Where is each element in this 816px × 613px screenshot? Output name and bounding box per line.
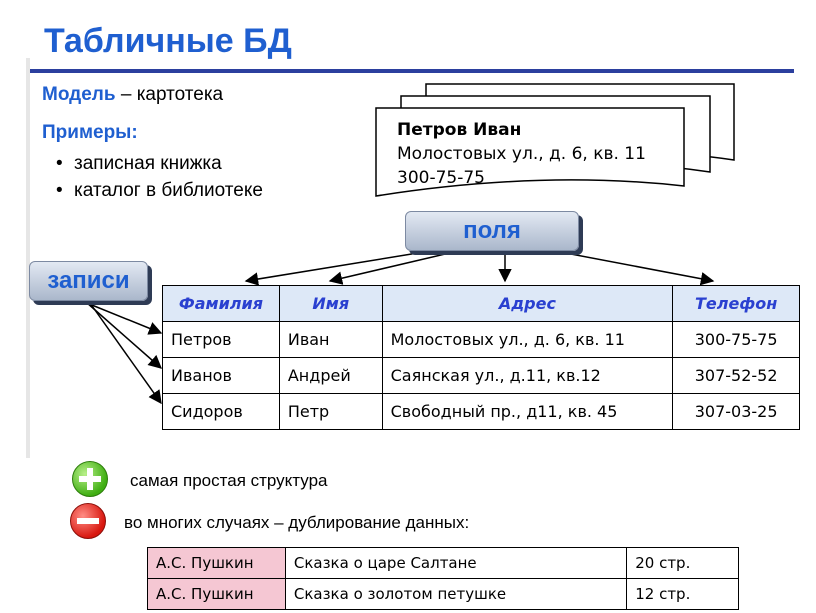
- table-cell: А.С. Пушкин: [147, 578, 286, 610]
- table-cell: Иван: [278, 321, 383, 358]
- table-cell: Сидоров: [162, 393, 280, 430]
- table-row: Иванов Андрей Саянская ул., д.11, кв.12 …: [162, 357, 800, 394]
- column-header: Имя: [278, 285, 383, 322]
- table-cell: Саянская ул., д.11, кв.12: [381, 357, 674, 394]
- card-text: Петров Иван Молостовых ул., д. 6, кв. 11…: [397, 118, 646, 190]
- table-cell: Сказка о золотом петушке: [284, 578, 628, 610]
- table-cell: 20 стр.: [626, 547, 739, 579]
- minus-icon: [70, 503, 106, 539]
- table-cell: Петр: [278, 393, 383, 430]
- table-row: А.С. Пушкин Сказка о золотом петушке 12 …: [147, 578, 739, 610]
- card-phone: 300-75-75: [397, 168, 485, 188]
- card-name: Петров Иван: [397, 120, 522, 140]
- table-cell: 12 стр.: [626, 578, 739, 610]
- table-cell: Молостовых ул., д. 6, кв. 11: [381, 321, 674, 358]
- field-arrows: [244, 250, 715, 286]
- pros-text: самая простая структура: [130, 471, 328, 490]
- plus-icon: [72, 461, 108, 497]
- table-row: А.С. Пушкин Сказка о царе Салтане 20 стр…: [147, 547, 739, 579]
- table-cell: 307-03-25: [672, 393, 800, 430]
- card-address: Молостовых ул., д. 6, кв. 11: [397, 144, 646, 164]
- column-header: Телефон: [672, 285, 800, 322]
- table-cell: 307-52-52: [672, 357, 800, 394]
- fields-label: поля: [405, 211, 579, 251]
- table-row: Сидоров Петр Свободный пр., д11, кв. 45 …: [162, 393, 800, 430]
- table-header-row: Фамилия Имя Адрес Телефон: [162, 285, 800, 322]
- duplication-table: А.С. Пушкин Сказка о царе Салтане 20 стр…: [147, 547, 739, 610]
- table-cell: А.С. Пушкин: [147, 547, 286, 579]
- table-cell: Петров: [162, 321, 280, 358]
- column-header: Фамилия: [162, 285, 280, 322]
- table-cell: Иванов: [162, 357, 280, 394]
- cons-text: во многих случаях – дублирование данных:: [124, 513, 470, 532]
- column-header: Адрес: [381, 285, 674, 322]
- table-cell: 300-75-75: [672, 321, 800, 358]
- records-label: записи: [29, 261, 148, 301]
- table-cell: Андрей: [278, 357, 383, 394]
- table-row: Петров Иван Молостовых ул., д. 6, кв. 11…: [162, 321, 800, 358]
- records-table: Фамилия Имя Адрес Телефон Петров Иван Мо…: [162, 285, 800, 430]
- table-cell: Сказка о царе Салтане: [284, 547, 628, 579]
- record-arrows: [81, 300, 163, 405]
- table-cell: Свободный пр., д11, кв. 45: [381, 393, 674, 430]
